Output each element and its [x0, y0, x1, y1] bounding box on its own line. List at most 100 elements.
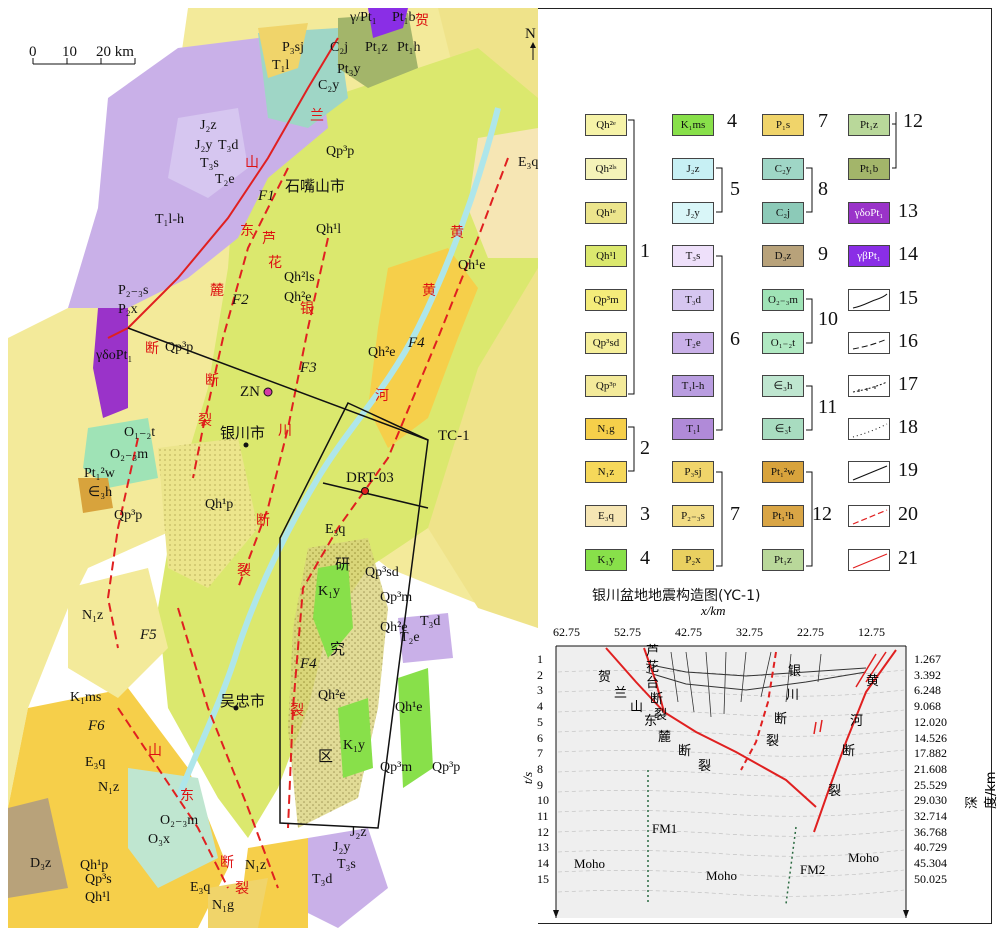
unit-label: Qp³m	[380, 590, 413, 605]
profile-depth-tick: 21.608	[914, 761, 947, 776]
unit-label: Qh²e	[318, 688, 346, 703]
north-arrow-icon	[530, 42, 536, 60]
unit-label: K₁y	[343, 738, 365, 753]
scale-bar	[32, 58, 136, 65]
unit-label: Qp³p	[326, 144, 355, 159]
legend-d3z: D₃z	[762, 245, 804, 267]
unit-label: Qp³s	[85, 872, 112, 887]
legend-bracket	[806, 298, 813, 344]
profile-fault-char: 断	[774, 712, 788, 727]
profile-depth-tick: 40.729	[914, 840, 947, 855]
unit-label: Pt₁z	[365, 40, 388, 55]
legend-o23m: O₂₋₃m	[762, 289, 804, 311]
city-yinchuan: 银川市	[220, 424, 266, 442]
unit-label: E₃q	[325, 522, 346, 537]
station-zn	[263, 387, 273, 397]
profile-fault-char: 黄	[866, 674, 880, 689]
legend-pt1z-b: Pt₁z	[848, 114, 890, 136]
legend-o12t: O₁₋₂t	[762, 332, 804, 354]
legend-num-16: 16	[898, 330, 918, 352]
legend-p23s: P₂₋₃s	[672, 505, 714, 527]
legend-pt11h: Pt₁¹h	[762, 505, 804, 527]
profile-t-tick: 3	[537, 683, 543, 698]
fault-char: 花	[268, 255, 282, 271]
profile-depth-tick: 1.267	[914, 652, 941, 666]
unit-label: T₃s	[337, 857, 356, 872]
fault-char: 山	[148, 743, 162, 759]
legend-qh1e: Qh¹ᵉ	[585, 202, 627, 224]
moho-label-2: Moho	[706, 868, 738, 883]
profile-t-tick: 1	[537, 652, 543, 666]
unit-label: T₁l	[272, 58, 290, 73]
unit-label: E₃q	[85, 755, 106, 770]
moho-label-3: Moho	[848, 850, 880, 865]
legend-num-10: 10	[818, 308, 838, 330]
tc1-label: TC-1	[438, 428, 470, 444]
legend-k1y: K₁y	[585, 549, 627, 571]
legend-line-18	[848, 418, 890, 440]
legend-num-19: 19	[898, 459, 918, 481]
legend-qh2e: Qh²ᵉ	[585, 114, 627, 136]
legend-line-16	[848, 332, 890, 354]
unit-label: T₃d	[420, 614, 441, 629]
legend-n1g: N₁g	[585, 418, 627, 440]
fault-char: 麓	[210, 283, 224, 299]
profile-depth-tick: 14.526	[914, 730, 947, 745]
unit-label: E₃q	[190, 880, 211, 895]
profile-fault-char: 贺	[598, 670, 612, 685]
unit-label: O₃x	[148, 832, 170, 847]
unit-label: Qh¹e	[458, 258, 486, 273]
unit-label: T₃s	[200, 156, 219, 171]
research-char-1: 研	[335, 555, 351, 573]
fault-f1-label: F1	[258, 188, 275, 204]
profile-fault-char: 裂	[698, 759, 712, 774]
unit-label: J₂y	[333, 840, 351, 855]
unit-label: Pt₁b	[392, 10, 416, 25]
profile-x-tick: 42.75	[675, 625, 702, 639]
profile-fault-char: 河	[850, 714, 864, 729]
profile-t-tick: 8	[537, 761, 543, 776]
unit-label: C₂j	[330, 40, 349, 55]
profile-depth-tick: 32.714	[914, 809, 947, 823]
city-wuzhong: 吴忠市	[220, 692, 266, 710]
profile-t-tick: 11	[537, 809, 549, 823]
legend-gbpt1: γβPt₁	[848, 245, 890, 267]
unit-label: Qp³sd	[365, 565, 399, 580]
unit-label: Qh¹e	[395, 700, 423, 715]
legend-qp3sd: Qp³sd	[585, 332, 627, 354]
profile-t-tick: 6	[537, 730, 543, 745]
unit-label: Pt₁²w	[84, 466, 115, 481]
north-label: N	[525, 26, 536, 42]
profile-depth-tick: 3.392	[914, 667, 941, 682]
profile-x-tick: 12.75	[858, 625, 885, 639]
legend-qh2ls: Qh²ˡˢ	[585, 158, 627, 180]
legend-t2e: T₂e	[672, 332, 714, 354]
fault-char: 兰	[310, 108, 324, 124]
unit-label: J₂z	[350, 825, 367, 840]
legend-num-1: 1	[640, 240, 650, 262]
unit-label: Qh²e	[368, 345, 396, 360]
legend-num-13: 13	[898, 200, 918, 222]
fault-char: 东	[240, 223, 254, 239]
profile-x-tick: 32.75	[736, 625, 763, 639]
unit-label: P₂₋₃s	[118, 283, 149, 298]
fault-char: 断	[145, 341, 159, 357]
fault-char: 黄	[422, 283, 436, 299]
unit-label: Pt₁h	[397, 40, 421, 55]
fault-char: 山	[245, 155, 259, 171]
profile-t-tick: 9	[537, 777, 543, 792]
legend-bracket	[716, 255, 723, 431]
fault-char: 裂	[235, 881, 249, 897]
profile-fault-char: 川	[786, 688, 800, 703]
fault-char: 芦	[262, 231, 276, 247]
profile-depth-tick: 17.882	[914, 746, 947, 761]
unit-label: O₂₋₃m	[160, 813, 199, 828]
figure-root: { "map": { "scale_ticks": ["0", "10", "2…	[0, 0, 1000, 932]
legend-t1l: T₁l	[672, 418, 714, 440]
legend-line-15	[848, 289, 890, 311]
legend-e3q: E₃q	[585, 505, 627, 527]
unit-label: γ/Pt₁	[350, 10, 377, 25]
profile-depth-tick: 29.030	[914, 793, 947, 808]
profile-fault-char: 裂	[828, 784, 842, 799]
legend-num-2: 2	[640, 437, 650, 459]
